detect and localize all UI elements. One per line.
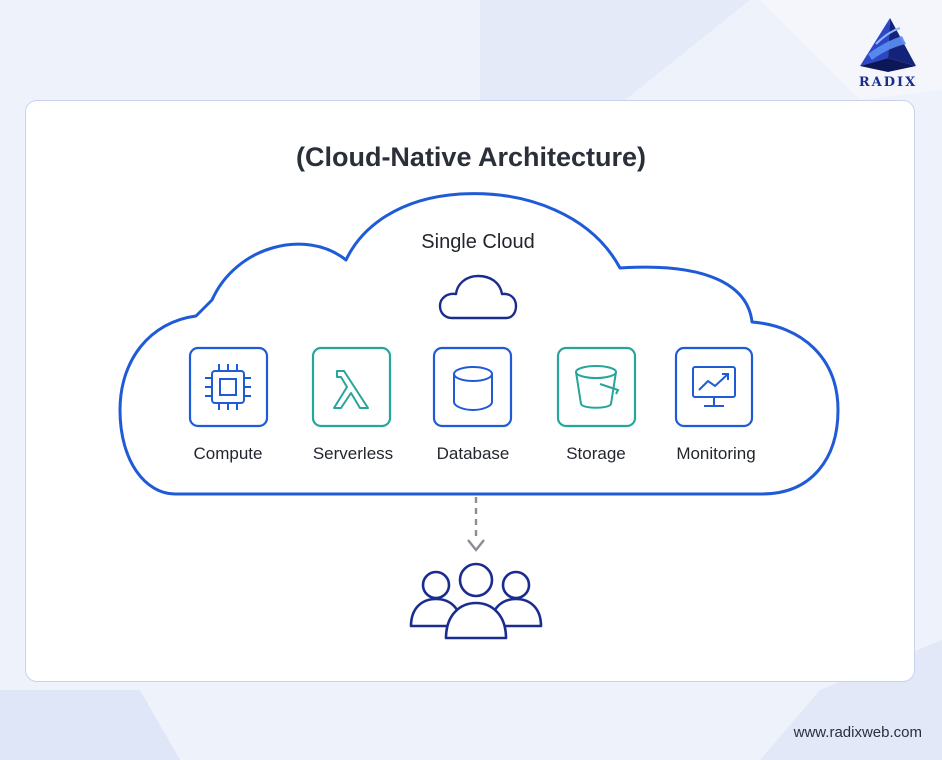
compute-label: Compute bbox=[193, 444, 263, 463]
single-cloud-label: Single Cloud bbox=[421, 231, 535, 253]
architecture-diagram bbox=[118, 192, 840, 640]
monitoring-label: Monitoring bbox=[676, 444, 756, 463]
serverless-label: Serverless bbox=[312, 444, 394, 463]
website-link[interactable]: www.radixweb.com bbox=[722, 724, 922, 741]
users-group-icon bbox=[409, 562, 543, 640]
database-label: Database bbox=[436, 444, 510, 463]
storage-label: Storage bbox=[566, 444, 626, 463]
down-arrow bbox=[467, 497, 485, 552]
